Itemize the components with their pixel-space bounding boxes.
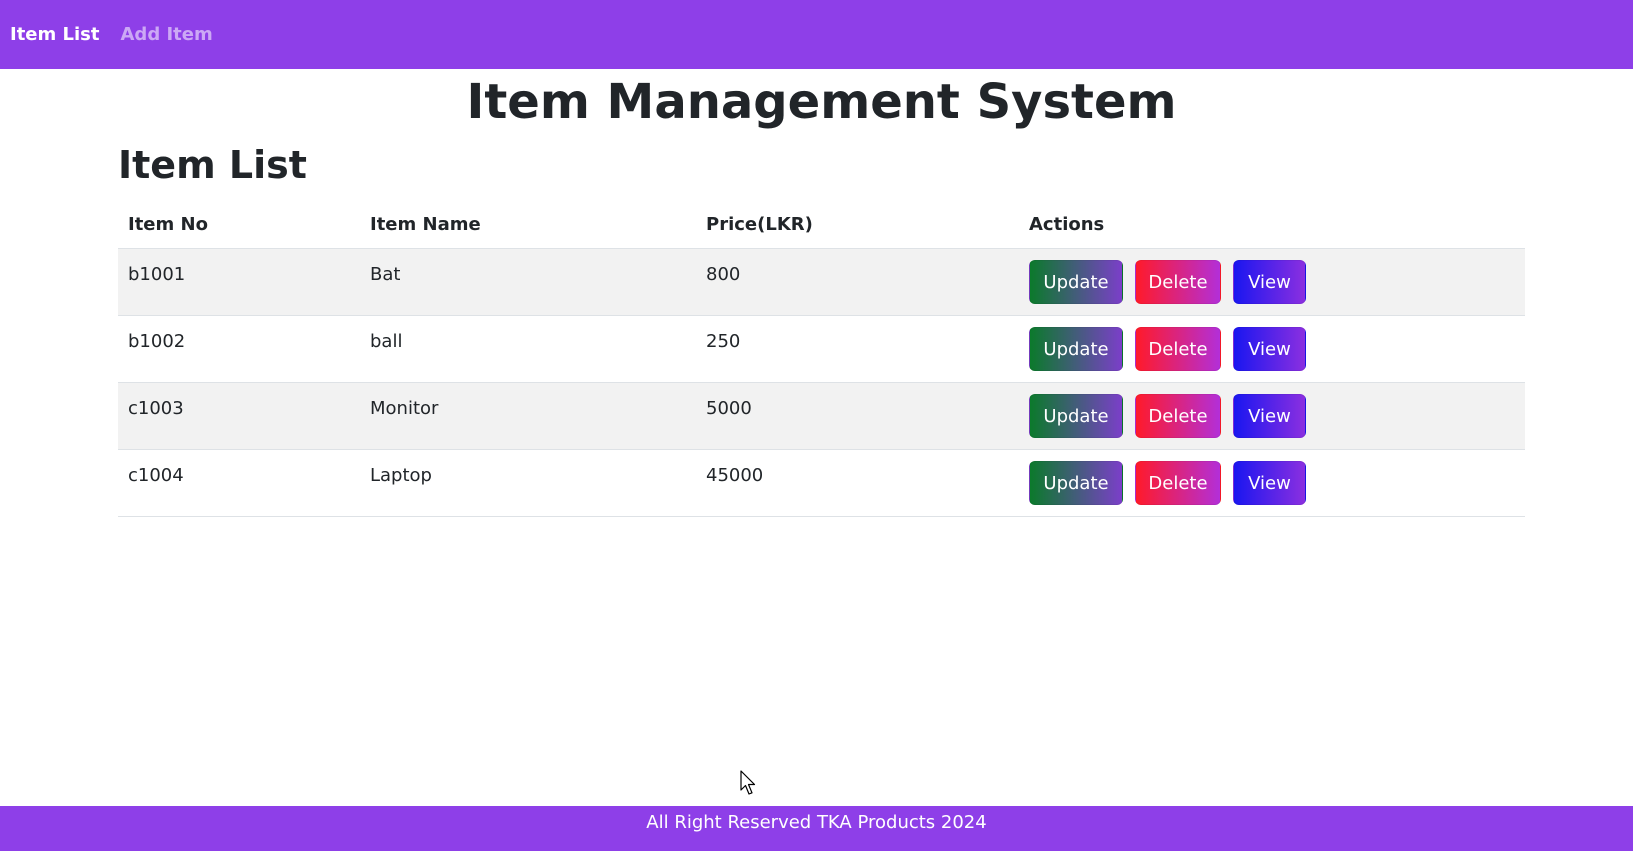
item-no-text: b1002 [128, 331, 186, 352]
update-button[interactable]: Update [1029, 394, 1123, 438]
item-no-text: c1004 [128, 465, 184, 486]
view-button[interactable]: View [1233, 461, 1306, 505]
row-actions: Update Delete View [1029, 450, 1515, 505]
table-row: b1002 ball 250 Update Delete View [118, 315, 1525, 383]
item-table-container: Item No Item Name Price(LKR) Actions b10… [118, 200, 1525, 517]
cell-actions: Update Delete View [1019, 315, 1525, 383]
view-button[interactable]: View [1233, 394, 1306, 438]
cell-price: 250 [696, 315, 1019, 383]
cell-item-name: ball [360, 315, 696, 383]
cell-item-no: c1003 [118, 382, 360, 450]
cell-actions: Update Delete View [1019, 248, 1525, 316]
price-text: 250 [706, 331, 741, 352]
item-name-text: Laptop [370, 465, 432, 486]
update-button[interactable]: Update [1029, 461, 1123, 505]
nav-add-item[interactable]: Add Item [121, 24, 213, 45]
cell-price: 5000 [696, 382, 1019, 450]
row-actions: Update Delete View [1029, 383, 1515, 438]
table-row: c1003 Monitor 5000 Update Delete View [118, 382, 1525, 450]
navbar: Item List Add Item [0, 0, 1633, 69]
price-text: 800 [706, 264, 741, 285]
header-price: Price(LKR) [696, 200, 1019, 249]
section-title: Item List [118, 143, 307, 187]
header-actions: Actions [1019, 200, 1525, 249]
view-button[interactable]: View [1233, 260, 1306, 304]
header-item-name: Item Name [360, 200, 696, 249]
nav-item-list[interactable]: Item List [10, 24, 100, 45]
item-no-text: c1003 [128, 398, 184, 419]
delete-button[interactable]: Delete [1135, 327, 1221, 371]
delete-button[interactable]: Delete [1135, 394, 1221, 438]
table-row: c1004 Laptop 45000 Update Delete View [118, 449, 1525, 517]
item-table: Item No Item Name Price(LKR) Actions b10… [118, 200, 1525, 517]
update-button[interactable]: Update [1029, 327, 1123, 371]
cell-item-name: Monitor [360, 382, 696, 450]
item-no-text: b1001 [128, 264, 186, 285]
cell-price: 45000 [696, 449, 1019, 517]
table-row: b1001 Bat 800 Update Delete View [118, 248, 1525, 316]
item-name-text: Monitor [370, 398, 439, 419]
price-text: 5000 [706, 398, 752, 419]
cell-actions: Update Delete View [1019, 382, 1525, 450]
row-actions: Update Delete View [1029, 316, 1515, 371]
cell-price: 800 [696, 248, 1019, 316]
header-item-no: Item No [118, 200, 360, 249]
cell-item-no: b1001 [118, 248, 360, 316]
page-title: Item Management System [466, 74, 1177, 130]
update-button[interactable]: Update [1029, 260, 1123, 304]
cell-item-name: Laptop [360, 449, 696, 517]
footer-text: All Right Reserved TKA Products 2024 [646, 812, 987, 833]
view-button[interactable]: View [1233, 327, 1306, 371]
footer: All Right Reserved TKA Products 2024 [0, 806, 1633, 851]
price-text: 45000 [706, 465, 764, 486]
item-name-text: ball [370, 331, 403, 352]
cell-item-no: b1002 [118, 315, 360, 383]
cell-item-name: Bat [360, 248, 696, 316]
cell-item-no: c1004 [118, 449, 360, 517]
table-header-row: Item No Item Name Price(LKR) Actions [118, 200, 1525, 249]
mouse-cursor-icon [740, 770, 756, 795]
cell-actions: Update Delete View [1019, 449, 1525, 517]
delete-button[interactable]: Delete [1135, 461, 1221, 505]
row-actions: Update Delete View [1029, 249, 1515, 304]
delete-button[interactable]: Delete [1135, 260, 1221, 304]
item-name-text: Bat [370, 264, 401, 285]
